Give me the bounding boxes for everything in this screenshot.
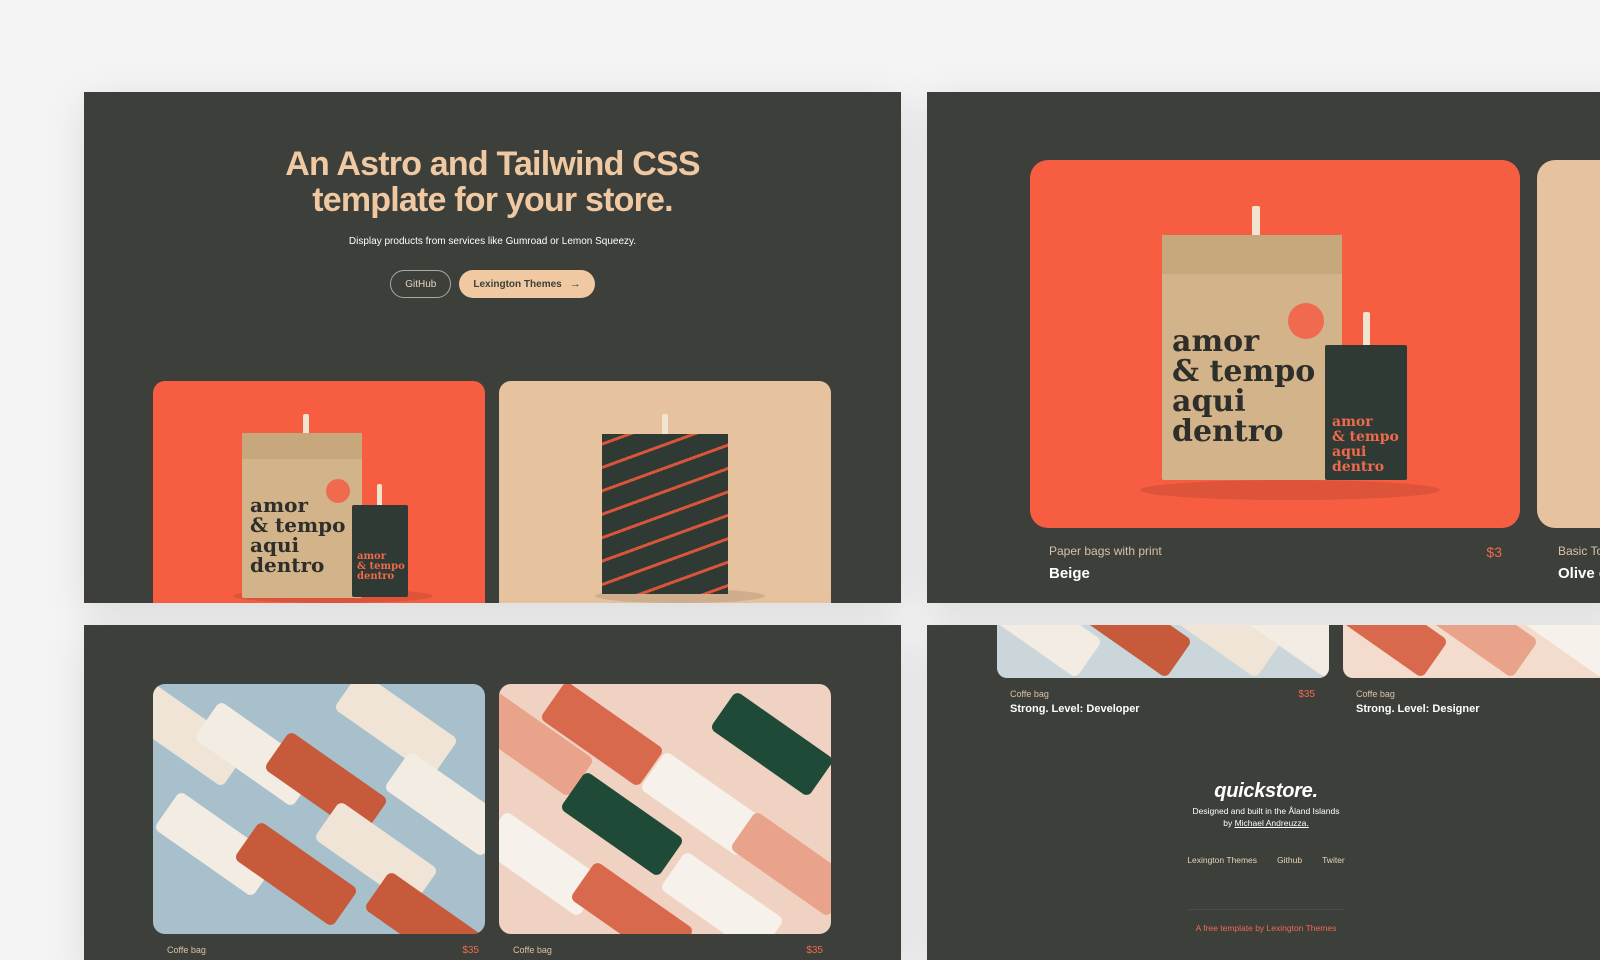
next-product-image[interactable]	[1537, 160, 1600, 528]
product-card-olive-bag[interactable]	[499, 381, 831, 603]
hero-title-line-1: An Astro and Tailwind CSS	[285, 145, 700, 183]
product-price: $35	[462, 945, 479, 956]
footer-divider	[1188, 909, 1344, 910]
footer-link-lexington-themes[interactable]: Lexington Themes	[1187, 855, 1257, 865]
bag-print-line: & tempo	[250, 513, 346, 537]
product-price: $35	[806, 945, 823, 956]
bag-print-line: dentro	[250, 553, 325, 577]
footer-brand-logo[interactable]: quickstore.	[927, 780, 1600, 803]
bag-print-line: & tempo	[1172, 354, 1316, 389]
bag-print-line: aqui	[250, 533, 300, 557]
footer-designed-text: Designed and built in the Åland Islands	[1192, 806, 1340, 816]
footer-link-twitter[interactable]: Twiter	[1322, 855, 1345, 865]
product-detail-panel: amor & tempo aqui dentro amor & tempo aq…	[927, 92, 1600, 603]
footer-credit[interactable]: A free template by Lexington Themes	[927, 923, 1600, 933]
footer-author-line: by Michael Andreuzza.	[927, 817, 1600, 829]
footer-by-text: by	[1223, 818, 1235, 828]
footer-link-github[interactable]: Github	[1277, 855, 1302, 865]
bag-print-line: amor	[1332, 414, 1373, 430]
lexington-themes-button[interactable]: Lexington Themes →	[459, 270, 595, 298]
featured-product-image[interactable]: amor & tempo aqui dentro amor & tempo aq…	[1030, 160, 1520, 528]
bag-fold	[1162, 235, 1342, 275]
coffee-bag-tile	[709, 690, 831, 798]
bag-print-line: dentro	[1332, 459, 1385, 475]
hero-buttons: GitHub Lexington Themes →	[84, 270, 901, 298]
bag-print-line: dentro	[1172, 414, 1284, 449]
bag-fold	[242, 433, 362, 460]
dark-bag-image: amor & tempo dentro	[352, 505, 408, 597]
product-category: Paper bags with print	[1049, 544, 1162, 558]
footer-panel: Coffe bag Strong. Level: Developer $35 C…	[927, 625, 1600, 960]
bag-print-line: dentro	[357, 571, 395, 582]
coffee-photo-designer[interactable]	[499, 684, 831, 934]
bag-shadow	[1140, 480, 1440, 500]
coffee-grid-panel: Coffe bag $35 Coffe bag $35	[84, 625, 901, 960]
github-button-label: GitHub	[405, 278, 437, 290]
bag-print-line: & tempo	[1332, 429, 1399, 445]
hero-title: An Astro and Tailwind CSS template for y…	[84, 146, 901, 218]
bag-print-line: aqui	[1332, 444, 1367, 460]
lexington-button-label: Lexington Themes	[473, 278, 562, 290]
bag-print-line: aqui	[1172, 384, 1246, 419]
footer: quickstore. Designed and built in the Ål…	[927, 625, 1600, 960]
next-product-name[interactable]: Olive c	[1558, 565, 1600, 582]
product-category: Coffe bag	[513, 945, 552, 955]
coffee-photo-developer[interactable]	[153, 684, 485, 934]
kraft-bag-image: amor & tempo aqui dentro	[242, 433, 362, 598]
patterned-bag-image	[602, 434, 728, 594]
arrow-right-icon: →	[569, 278, 581, 290]
footer-credits: Designed and built in the Åland Islands …	[927, 805, 1600, 829]
dark-bag-image: amor & tempo aqui dentro	[1325, 345, 1407, 480]
hero-panel: An Astro and Tailwind CSS template for y…	[84, 92, 901, 603]
bag-print-line: amor	[1172, 324, 1259, 359]
bag-print-line: amor	[250, 493, 308, 517]
dark-bag-print-text: amor & tempo dentro	[357, 552, 405, 582]
footer-links: Lexington Themes Github Twiter	[927, 855, 1600, 865]
hero-title-line-2: template for your store.	[312, 181, 673, 219]
product-card-paper-bags[interactable]: amor & tempo aqui dentro amor & tempo de…	[153, 381, 485, 603]
coffee-bag-tile	[333, 684, 459, 778]
dark-bag-print-text: amor & tempo aqui dentro	[1332, 415, 1399, 475]
product-price: $3	[1486, 544, 1502, 560]
kraft-bag-image: amor & tempo aqui dentro	[1162, 235, 1342, 480]
hero-subtitle: Display products from services like Gumr…	[348, 236, 637, 247]
product-category: Coffe bag	[167, 945, 206, 955]
product-name[interactable]: Beige	[1049, 565, 1090, 582]
bag-print-text: amor & tempo aqui dentro	[1172, 327, 1315, 447]
next-product-category: Basic To	[1558, 544, 1600, 558]
author-link[interactable]: Michael Andreuzza.	[1235, 818, 1309, 828]
github-button[interactable]: GitHub	[390, 270, 452, 298]
bag-print-text: amor & tempo aqui dentro	[250, 495, 345, 575]
